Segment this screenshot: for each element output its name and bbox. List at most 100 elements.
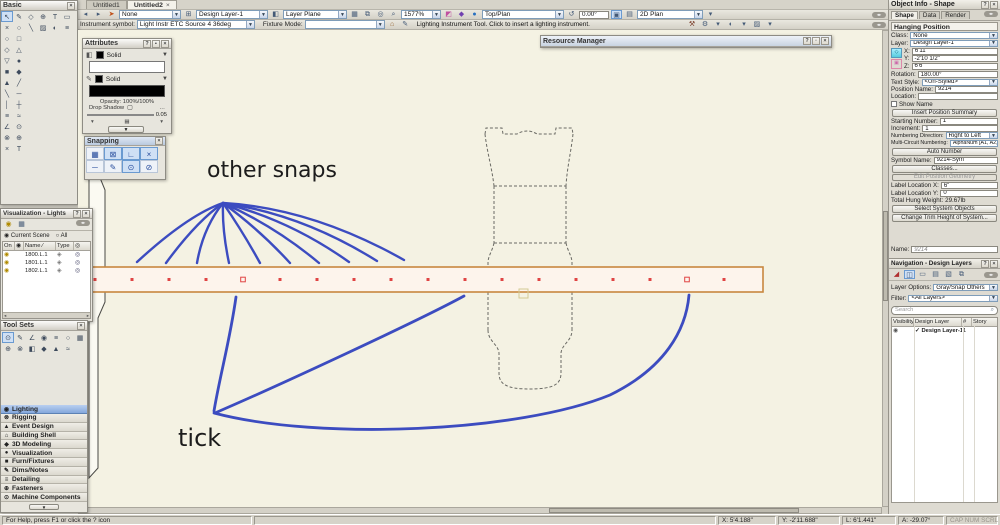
view-select[interactable]: Top/Plan▼	[482, 10, 564, 19]
z-field[interactable]: 6'6"	[912, 63, 999, 70]
zoom-select[interactable]: 1577%▼	[401, 10, 441, 19]
increment-field[interactable]: 1	[922, 125, 998, 132]
y-field[interactable]: -2'10 1/2"	[912, 55, 998, 62]
target-tool-icon[interactable]: ⊙	[13, 121, 25, 132]
rectangle-tool-icon[interactable]: ▭	[61, 11, 73, 22]
view-mode-saved-views-icon[interactable]: ▧	[943, 270, 954, 279]
snap-angle-icon[interactable]: ∟	[122, 147, 140, 160]
overflow-chevron-icon[interactable]: ▾	[705, 10, 716, 19]
snap-tick[interactable]	[501, 278, 504, 281]
tool-set-dims-notes[interactable]: ✎Dims/Notes	[1, 467, 87, 476]
tool-set-3d-modeling[interactable]: ◆3D Modeling	[1, 440, 87, 449]
circle-tool-icon[interactable]: ○	[13, 22, 25, 33]
angle-tool-icon[interactable]: ∠	[1, 121, 13, 132]
spot-tool-icon[interactable]: ◉	[38, 332, 50, 343]
view-mode-references-icon[interactable]: ⧉	[956, 270, 967, 279]
label-legend-tool-icon[interactable]: ≡	[50, 332, 62, 343]
snap-tick[interactable]	[649, 278, 652, 281]
pen-tool-icon[interactable]: ✎	[13, 11, 25, 22]
light-row[interactable]: ◉ 1801.L.1 ◈◎	[3, 259, 90, 267]
horizontal-scrollbar[interactable]	[78, 507, 882, 514]
view-mode-viewports-icon[interactable]: ▤	[930, 270, 941, 279]
lights-table-header[interactable]: On ◉ Name ⁄ Type ◎	[3, 242, 90, 251]
delete-tool-icon[interactable]: ×	[1, 22, 13, 33]
tool-set-building-shell[interactable]: ⌂Building Shell	[1, 432, 87, 441]
tool-set-fasteners[interactable]: ⊕Fasteners	[1, 484, 87, 493]
vline-tool-icon[interactable]: │	[1, 99, 13, 110]
chevron-down-icon[interactable]: ▼	[162, 52, 168, 58]
freehand-tool-icon[interactable]: ≈	[13, 110, 25, 121]
label-location-y-field[interactable]: 0"	[940, 190, 998, 197]
fill-bucket-icon[interactable]: ◧	[86, 51, 93, 59]
chevron-down-icon[interactable]: ▾	[738, 20, 749, 29]
insert-position-summary-button[interactable]: Insert Position Summary	[892, 109, 997, 117]
selection-tool-icon[interactable]: ↖	[1, 11, 13, 22]
arc-tool-icon[interactable]: ◐	[49, 22, 61, 33]
snap-tick[interactable]	[723, 278, 726, 281]
rotation-field[interactable]: 180.00°	[918, 71, 998, 78]
layers-table-header[interactable]: Visibility Design Layer # Story	[892, 318, 997, 327]
chevron-down-icon[interactable]: ▼	[162, 76, 168, 82]
view-mode-classes-icon[interactable]: ◫	[904, 270, 915, 279]
label-tool-icon[interactable]: T	[13, 143, 25, 154]
edit-symbol-icon[interactable]: ✎	[400, 20, 411, 29]
lights-titlebar[interactable]: Visualization - Lights ? ×	[1, 209, 92, 219]
drawing-canvas[interactable]: other snaps tick	[78, 30, 882, 507]
dot-tool-icon[interactable]: ●	[13, 55, 25, 66]
close-icon[interactable]: ×	[990, 1, 998, 9]
help-icon[interactable]: ?	[981, 1, 989, 9]
scene-icon[interactable]: ▦	[16, 220, 27, 229]
tool-set-machine-components[interactable]: ⊙Machine Components	[1, 493, 87, 502]
clip-tool-icon[interactable]: ⊗	[1, 132, 13, 143]
truss-tool-icon[interactable]: ▦	[74, 332, 86, 343]
tab-render[interactable]: Render	[941, 11, 970, 19]
pen-preview[interactable]	[89, 85, 165, 97]
symbol-name-field[interactable]: 9214-Sym	[934, 157, 998, 164]
texture-icon[interactable]: ▨	[751, 20, 762, 29]
move-tool-icon[interactable]: ⊕	[37, 11, 49, 22]
object-info-titlebar[interactable]: Object Info - Shape ? ×	[889, 0, 1000, 10]
list-tool-icon[interactable]: ≡	[1, 110, 13, 121]
back-arrow-icon[interactable]: ◂	[80, 10, 91, 19]
hanging-position-band[interactable]	[88, 267, 763, 292]
coordinate-mode-icon[interactable]: ◇	[891, 48, 902, 58]
crosshair-tool-icon[interactable]: ┼	[13, 99, 25, 110]
speaker-tool-icon[interactable]: ▲	[50, 343, 62, 354]
snap-tick[interactable]	[390, 278, 393, 281]
snap-tick[interactable]	[168, 278, 171, 281]
tool-sets-collapse-chevron[interactable]: ▼	[29, 504, 59, 510]
fill-color-swatch[interactable]	[96, 51, 104, 59]
x-field[interactable]: 6'11"	[912, 48, 998, 55]
label-location-x-field[interactable]: 6"	[941, 182, 998, 189]
basic-palette-titlebar[interactable]: Basic ×	[1, 1, 77, 11]
instrument-symbol-select[interactable]: Light Instr ETC Source 4 36deg▼	[137, 20, 255, 29]
snap-tick[interactable]	[575, 278, 578, 281]
face-mode-icon[interactable]: ◩	[443, 10, 454, 19]
close-tab-icon[interactable]: ×	[166, 2, 170, 9]
tab-untitled1[interactable]: Untitled1	[86, 0, 127, 9]
close-icon[interactable]: ×	[155, 137, 163, 145]
fill-preview[interactable]	[89, 61, 165, 73]
video-tool-icon[interactable]: ◆	[38, 343, 50, 354]
hline-tool-icon[interactable]: ─	[13, 88, 25, 99]
tab-data[interactable]: Data	[919, 11, 940, 19]
back-diagonal-tool-icon[interactable]: ╲	[1, 88, 13, 99]
copy-icon[interactable]: ⧉	[362, 10, 373, 19]
active-layer-select[interactable]: Design Layer-1▼	[196, 10, 268, 19]
radio-current-scene[interactable]: ◉ Current Scene	[4, 232, 50, 239]
help-icon[interactable]: ?	[803, 37, 811, 45]
collapse-toolbar-button[interactable]: ◂▸	[872, 12, 886, 18]
snap-tick[interactable]	[205, 278, 208, 281]
close-icon[interactable]: ×	[161, 40, 169, 48]
pin-icon[interactable]: ▪	[152, 40, 160, 48]
classes-button[interactable]: Classes...	[892, 165, 997, 173]
position-name-field[interactable]: 9214	[935, 86, 998, 93]
chevron-down-icon[interactable]: ▾	[91, 119, 94, 125]
tool-set-furn-fixtures[interactable]: ■Furn/Fixtures	[1, 458, 87, 467]
snap-grid-icon[interactable]: ▦	[86, 147, 104, 160]
chevron-down-icon[interactable]: ▾	[764, 20, 775, 29]
show-name-checkbox[interactable]	[891, 101, 897, 107]
layer-select[interactable]: Design Layer-1▼	[910, 40, 998, 47]
lighting-pipe-tool-icon[interactable]: ∠	[26, 332, 38, 343]
inverted-triangle-tool-icon[interactable]: ▽	[1, 55, 13, 66]
